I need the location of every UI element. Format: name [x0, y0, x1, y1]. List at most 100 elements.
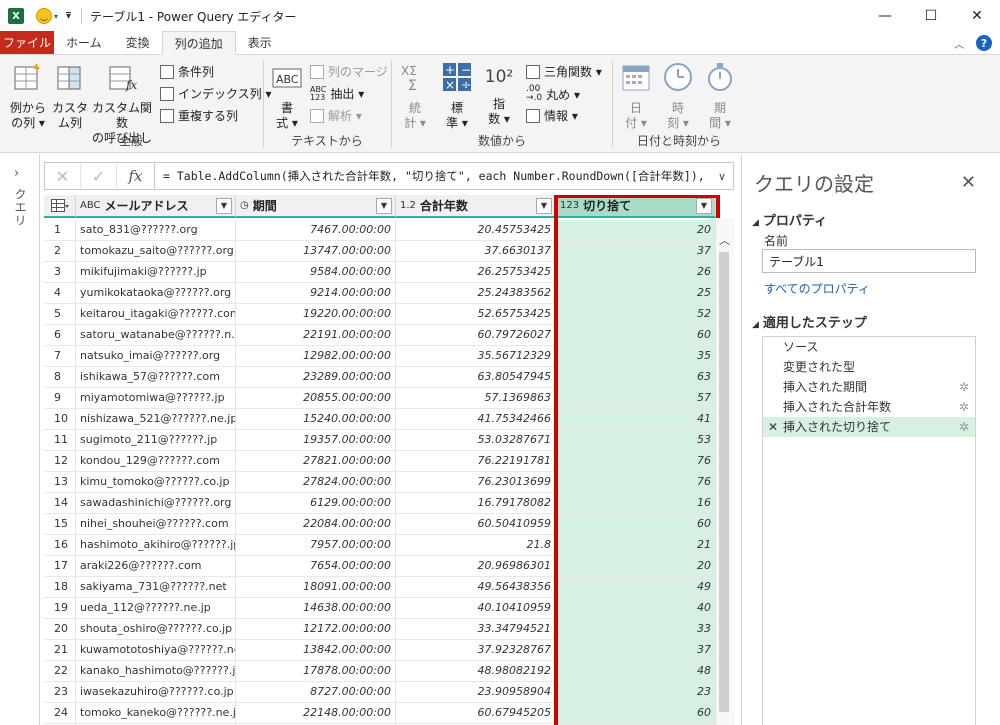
rounddown-cell[interactable]: 37: [556, 640, 716, 661]
delete-step-icon[interactable]: ✕: [768, 417, 778, 437]
text-type-icon[interactable]: ABC: [80, 200, 101, 211]
duration-cell[interactable]: 22191.00:00:00: [236, 325, 396, 346]
tab-view[interactable]: 表示: [236, 31, 284, 54]
email-cell[interactable]: araki226@??????.com: [76, 556, 236, 577]
rounddown-cell[interactable]: 33: [556, 619, 716, 640]
vertical-scrollbar[interactable]: ︿: [716, 218, 734, 725]
rounddown-cell[interactable]: 60: [556, 514, 716, 535]
merge-columns-button[interactable]: 列のマージ: [310, 63, 388, 80]
statistics-button[interactable]: XΣ Σ 統 計 ▾: [398, 61, 432, 131]
email-cell[interactable]: ueda_112@??????.ne.jp: [76, 598, 236, 619]
row-number[interactable]: 7: [44, 346, 76, 367]
format-button[interactable]: ABC 書 式 ▾: [270, 61, 304, 131]
extract-button[interactable]: ABC 123 抽出 ▾: [310, 85, 364, 102]
tab-transform[interactable]: 変換: [114, 31, 162, 54]
minimize-button[interactable]: —: [862, 0, 908, 32]
duration-cell[interactable]: 12982.00:00:00: [236, 346, 396, 367]
row-number[interactable]: 12: [44, 451, 76, 472]
email-cell[interactable]: kanako_hashimoto@??????.jp: [76, 661, 236, 682]
custom-column-button[interactable]: カスタ ム列: [52, 61, 88, 131]
row-number[interactable]: 1: [44, 220, 76, 241]
rounddown-cell[interactable]: 16: [556, 493, 716, 514]
duration-cell[interactable]: 19220.00:00:00: [236, 304, 396, 325]
rounddown-cell[interactable]: 40: [556, 598, 716, 619]
parse-button[interactable]: 解析 ▾: [310, 107, 362, 124]
row-number[interactable]: 9: [44, 388, 76, 409]
row-number[interactable]: 17: [44, 556, 76, 577]
total-years-cell[interactable]: 49.56438356: [396, 577, 556, 598]
duration-cell[interactable]: 13747.00:00:00: [236, 241, 396, 262]
duration-cell[interactable]: 6129.00:00:00: [236, 493, 396, 514]
email-cell[interactable]: sakiyama_731@??????.net: [76, 577, 236, 598]
tab-file[interactable]: ファイル: [0, 31, 54, 54]
step-settings-gear-icon[interactable]: ✲: [959, 397, 969, 417]
rounddown-cell[interactable]: 52: [556, 304, 716, 325]
row-number[interactable]: 13: [44, 472, 76, 493]
duration-cell[interactable]: 22084.00:00:00: [236, 514, 396, 535]
properties-section[interactable]: ◢ プロパティ: [752, 210, 827, 229]
total-years-cell[interactable]: 63.80547945: [396, 367, 556, 388]
tab-add-column[interactable]: 列の追加: [161, 31, 236, 55]
row-number[interactable]: 14: [44, 493, 76, 514]
standard-button[interactable]: + − × ÷ 標 準 ▾: [440, 61, 474, 131]
total-years-cell[interactable]: 23.90958904: [396, 682, 556, 703]
row-number[interactable]: 4: [44, 283, 76, 304]
total-years-cell[interactable]: 33.34794521: [396, 619, 556, 640]
duration-cell[interactable]: 9214.00:00:00: [236, 283, 396, 304]
rounddown-cell[interactable]: 20: [556, 220, 716, 241]
duration-cell[interactable]: 17878.00:00:00: [236, 661, 396, 682]
feedback-dropdown-icon[interactable]: ▾: [54, 12, 58, 21]
conditional-column-button[interactable]: 条件列: [160, 63, 214, 80]
duration-cell[interactable]: 7654.00:00:00: [236, 556, 396, 577]
time-button[interactable]: 時 刻 ▾: [661, 61, 695, 131]
expand-formula-icon[interactable]: ∨: [711, 170, 733, 183]
rounddown-cell[interactable]: 20: [556, 556, 716, 577]
rounddown-cell[interactable]: 23: [556, 682, 716, 703]
column-header-rounddown[interactable]: 123 切り捨て ▼: [556, 195, 716, 218]
total-years-cell[interactable]: 16.79178082: [396, 493, 556, 514]
row-number[interactable]: 8: [44, 367, 76, 388]
row-number[interactable]: 23: [44, 682, 76, 703]
expand-queries-icon[interactable]: ›: [14, 166, 19, 181]
email-cell[interactable]: mikifujimaki@??????.jp: [76, 262, 236, 283]
total-years-cell[interactable]: 40.10410959: [396, 598, 556, 619]
total-years-cell[interactable]: 37.6630137: [396, 241, 556, 262]
total-years-cell[interactable]: 41.75342466: [396, 409, 556, 430]
total-years-cell[interactable]: 53.03287671: [396, 430, 556, 451]
step-settings-gear-icon[interactable]: ✲: [959, 417, 969, 437]
tab-home[interactable]: ホーム: [54, 31, 114, 54]
applied-step[interactable]: ソース: [763, 337, 975, 357]
duration-cell[interactable]: 14638.00:00:00: [236, 598, 396, 619]
rounddown-cell[interactable]: 25: [556, 283, 716, 304]
email-cell[interactable]: tomoko_kaneko@??????.ne.jp: [76, 703, 236, 724]
duration-cell[interactable]: 9584.00:00:00: [236, 262, 396, 283]
email-cell[interactable]: natsuko_imai@??????.org: [76, 346, 236, 367]
cancel-formula-button[interactable]: ✕: [45, 163, 81, 189]
duration-cell[interactable]: 12172.00:00:00: [236, 619, 396, 640]
email-cell[interactable]: sawadashinichi@??????.org: [76, 493, 236, 514]
all-properties-link[interactable]: すべてのプロパティ: [764, 280, 870, 297]
email-cell[interactable]: miyamotomiwa@??????.jp: [76, 388, 236, 409]
scroll-thumb[interactable]: [719, 252, 729, 712]
row-number[interactable]: 20: [44, 619, 76, 640]
applied-step[interactable]: 挿入された合計年数 ✲: [763, 397, 975, 417]
row-number[interactable]: 3: [44, 262, 76, 283]
duration-cell[interactable]: 7957.00:00:00: [236, 535, 396, 556]
scroll-up-icon[interactable]: ︿: [719, 232, 730, 248]
duration-cell[interactable]: 22148.00:00:00: [236, 703, 396, 724]
date-button[interactable]: 日 付 ▾: [619, 61, 653, 131]
total-years-cell[interactable]: 25.24383562: [396, 283, 556, 304]
help-icon[interactable]: ?: [976, 35, 992, 51]
email-cell[interactable]: sugimoto_211@??????.jp: [76, 430, 236, 451]
duration-button[interactable]: 期 間 ▾: [703, 61, 737, 131]
rounddown-cell[interactable]: 60: [556, 325, 716, 346]
total-years-cell[interactable]: 60.79726027: [396, 325, 556, 346]
rounddown-cell[interactable]: 48: [556, 661, 716, 682]
row-number[interactable]: 18: [44, 577, 76, 598]
index-column-button[interactable]: インデックス列 ▾: [160, 85, 271, 102]
email-cell[interactable]: hashimoto_akihiro@??????.jp: [76, 535, 236, 556]
rounddown-cell[interactable]: 57: [556, 388, 716, 409]
collapse-ribbon-icon[interactable]: ︿: [954, 36, 964, 51]
rounddown-cell[interactable]: 41: [556, 409, 716, 430]
maximize-button[interactable]: ☐: [908, 0, 954, 32]
